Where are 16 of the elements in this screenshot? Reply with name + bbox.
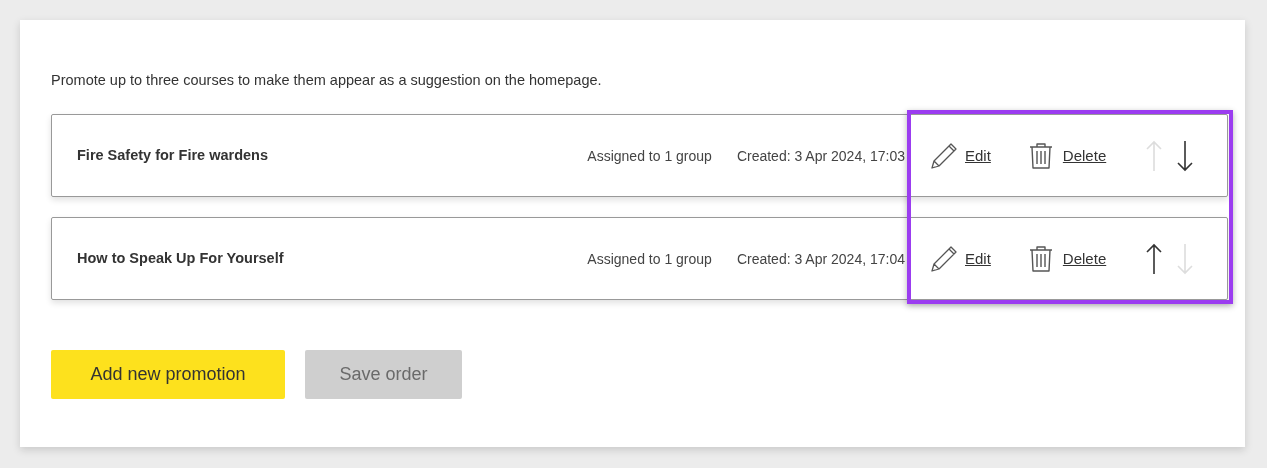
trash-icon[interactable] [1028, 141, 1053, 170]
edit-link[interactable]: Edit [965, 147, 991, 164]
course-title: How to Speak Up For Yourself [77, 249, 285, 266]
trash-icon[interactable] [1028, 244, 1053, 273]
down-arrow-icon[interactable] [1177, 139, 1194, 172]
created-date: Created: 3 Apr 2024, 17:04 [736, 250, 905, 267]
up-arrow-icon[interactable] [1146, 242, 1163, 275]
assigned-text: Assigned to 1 group [587, 250, 712, 267]
delete-link[interactable]: Delete [1062, 250, 1107, 267]
assigned-text: Assigned to 1 group [587, 147, 712, 164]
edit-link[interactable]: Edit [965, 250, 991, 267]
course-title: Fire Safety for Fire wardens [77, 146, 269, 163]
intro-text: Promote up to three courses to make them appear as a suggestion on the homepage. [51, 72, 603, 88]
delete-link[interactable]: Delete [1062, 147, 1107, 164]
add-promotion-button[interactable]: Add new promotion [51, 350, 285, 399]
created-date: Created: 3 Apr 2024, 17:03 [736, 147, 905, 164]
